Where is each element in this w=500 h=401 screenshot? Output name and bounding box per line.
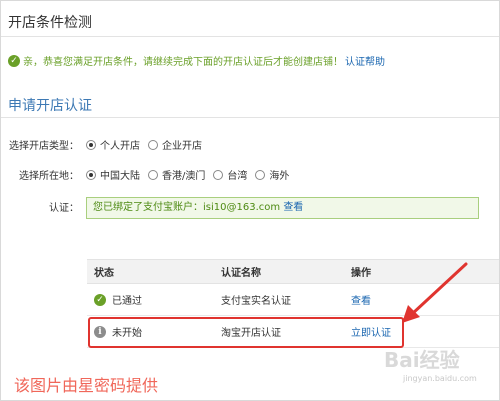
check-icon: ✓ — [8, 54, 20, 67]
section-title: 申请开店认证 — [8, 98, 92, 114]
radio-label: 海外 — [269, 171, 290, 182]
radio-personal-shop[interactable]: 个人开店 — [86, 137, 140, 152]
name-cell: 淘宝开店认证 — [221, 315, 351, 348]
radio-dot-icon — [148, 169, 158, 180]
view-alipay-link[interactable]: 查看 — [283, 202, 303, 213]
radio-dot-icon — [148, 139, 158, 150]
radio-hongkong-macau[interactable]: 香港/澳门 — [148, 167, 205, 182]
brand-logo: Bai经验 — [384, 348, 460, 372]
radio-taiwan[interactable]: 台湾 — [213, 167, 247, 182]
view-button[interactable]: 查看 — [351, 296, 371, 307]
shop-type-label: 选择开店类型： — [9, 141, 79, 152]
certification-label: 认证： — [49, 203, 79, 214]
name-cell: 支付宝实名认证 — [221, 283, 351, 316]
brand-watermark: Bai经验 jingyan.baidu.com — [384, 344, 499, 384]
title-divider — [1, 36, 499, 37]
check-icon: ✓ — [94, 293, 106, 306]
status-text: 已通过 — [112, 296, 142, 307]
radio-dot-icon — [86, 139, 96, 150]
radio-label: 企业开店 — [162, 141, 202, 152]
page-title: 开店条件检测 — [8, 15, 92, 31]
radio-label: 个人开店 — [100, 141, 140, 152]
radio-enterprise-shop[interactable]: 企业开店 — [148, 137, 202, 152]
certification-text: 您已绑定了支付宝账户：isi10@163.com — [93, 202, 281, 213]
certification-box: 您已绑定了支付宝账户：isi10@163.com 查看 — [86, 197, 479, 219]
section-divider — [1, 117, 499, 118]
brand-site: jingyan.baidu.com — [403, 374, 477, 383]
radio-mainland-china[interactable]: 中国大陆 — [86, 167, 140, 182]
page-frame: 开店条件检测 ✓ 亲，恭喜您满足开店条件，请继续完成下面的开店认证后才能创建店铺… — [0, 0, 500, 401]
status-cell: ✓ 已通过 — [87, 283, 221, 316]
radio-label: 中国大陆 — [100, 171, 140, 182]
help-link[interactable]: 认证帮助 — [345, 53, 385, 68]
location-options: 中国大陆 香港/澳门 台湾 海外 — [86, 167, 297, 182]
radio-label: 台湾 — [227, 171, 248, 182]
eligibility-notice: ✓ 亲，恭喜您满足开店条件，请继续完成下面的开店认证后才能创建店铺！ 认证帮助 — [8, 53, 385, 68]
watermark-text: 该图片由星密码提供 — [14, 376, 159, 395]
info-icon: i — [94, 325, 106, 338]
annotation-arrow-icon — [402, 262, 468, 323]
header-status: 状态 — [87, 259, 221, 284]
radio-overseas[interactable]: 海外 — [255, 167, 289, 182]
status-text: 未开始 — [112, 328, 142, 339]
location-label: 选择所在地： — [19, 171, 79, 182]
radio-dot-icon — [86, 169, 96, 180]
certify-now-button[interactable]: 立即认证 — [351, 328, 391, 339]
shop-type-options: 个人开店 企业开店 — [86, 137, 210, 152]
header-name: 认证名称 — [221, 259, 351, 284]
radio-label: 香港/澳门 — [162, 171, 206, 182]
radio-dot-icon — [213, 169, 224, 180]
radio-dot-icon — [255, 169, 266, 180]
status-cell: i 未开始 — [87, 315, 221, 348]
notice-text: 亲，恭喜您满足开店条件，请继续完成下面的开店认证后才能创建店铺！ — [23, 57, 343, 68]
